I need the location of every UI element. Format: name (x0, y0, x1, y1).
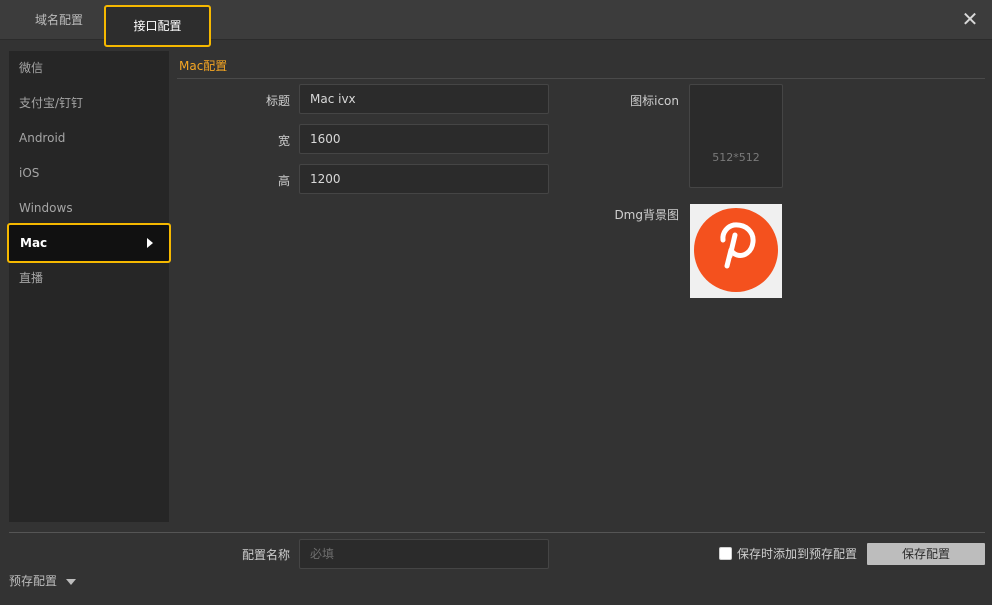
sidebar-item-alipay-dingtalk[interactable]: 支付宝/钉钉 (9, 86, 169, 121)
height-input[interactable] (299, 164, 549, 194)
sidebar-item-windows[interactable]: Windows (9, 191, 169, 226)
height-label: 高 (277, 174, 290, 188)
sidebar-item-android[interactable]: Android (9, 121, 169, 156)
sidebar-item-ios[interactable]: iOS (9, 156, 169, 191)
save-config-button[interactable]: 保存配置 (867, 543, 985, 565)
caret-down-icon (65, 578, 76, 585)
sidebar-item-wechat[interactable]: 微信 (9, 51, 169, 86)
close-icon[interactable]: ✕ (960, 9, 980, 29)
preset-config-menu[interactable]: 预存配置 (9, 572, 76, 589)
preset-config-label: 预存配置 (9, 574, 58, 588)
width-input[interactable] (299, 124, 549, 154)
chevron-right-icon (147, 238, 153, 248)
dmg-background-upload[interactable] (690, 204, 782, 298)
config-name-label: 配置名称 (241, 548, 290, 562)
icon-size-hint: 512*512 (712, 151, 760, 164)
sidebar-item-mac[interactable]: Mac (7, 223, 171, 263)
tab-domain-config[interactable]: 域名配置 (16, 0, 102, 40)
title-input[interactable] (299, 84, 549, 114)
tab-bar: 域名配置 接口配置 ✕ (0, 0, 992, 47)
section-title: Mac配置 (179, 59, 228, 73)
width-label: 宽 (277, 134, 290, 148)
icon-upload[interactable]: 512*512 (689, 84, 783, 188)
title-label: 标题 (265, 94, 290, 108)
sidebar-item-label: Mac (20, 236, 48, 250)
icon-label: 图标icon (630, 94, 679, 108)
checkbox-box[interactable] (719, 547, 732, 560)
dmg-preview-image (694, 208, 778, 292)
sidebar: 微信 支付宝/钉钉 Android iOS Windows Mac 直播 (7, 51, 171, 522)
section-divider (177, 78, 985, 79)
pinterest-p-icon (720, 222, 756, 269)
add-preset-label: 保存时添加到预存配置 (737, 547, 858, 561)
dmg-label: Dmg背景图 (614, 208, 679, 222)
tab-api-config[interactable]: 接口配置 (104, 5, 211, 47)
footer-divider (9, 532, 985, 533)
sidebar-item-live[interactable]: 直播 (9, 261, 169, 296)
config-name-input[interactable] (299, 539, 549, 569)
